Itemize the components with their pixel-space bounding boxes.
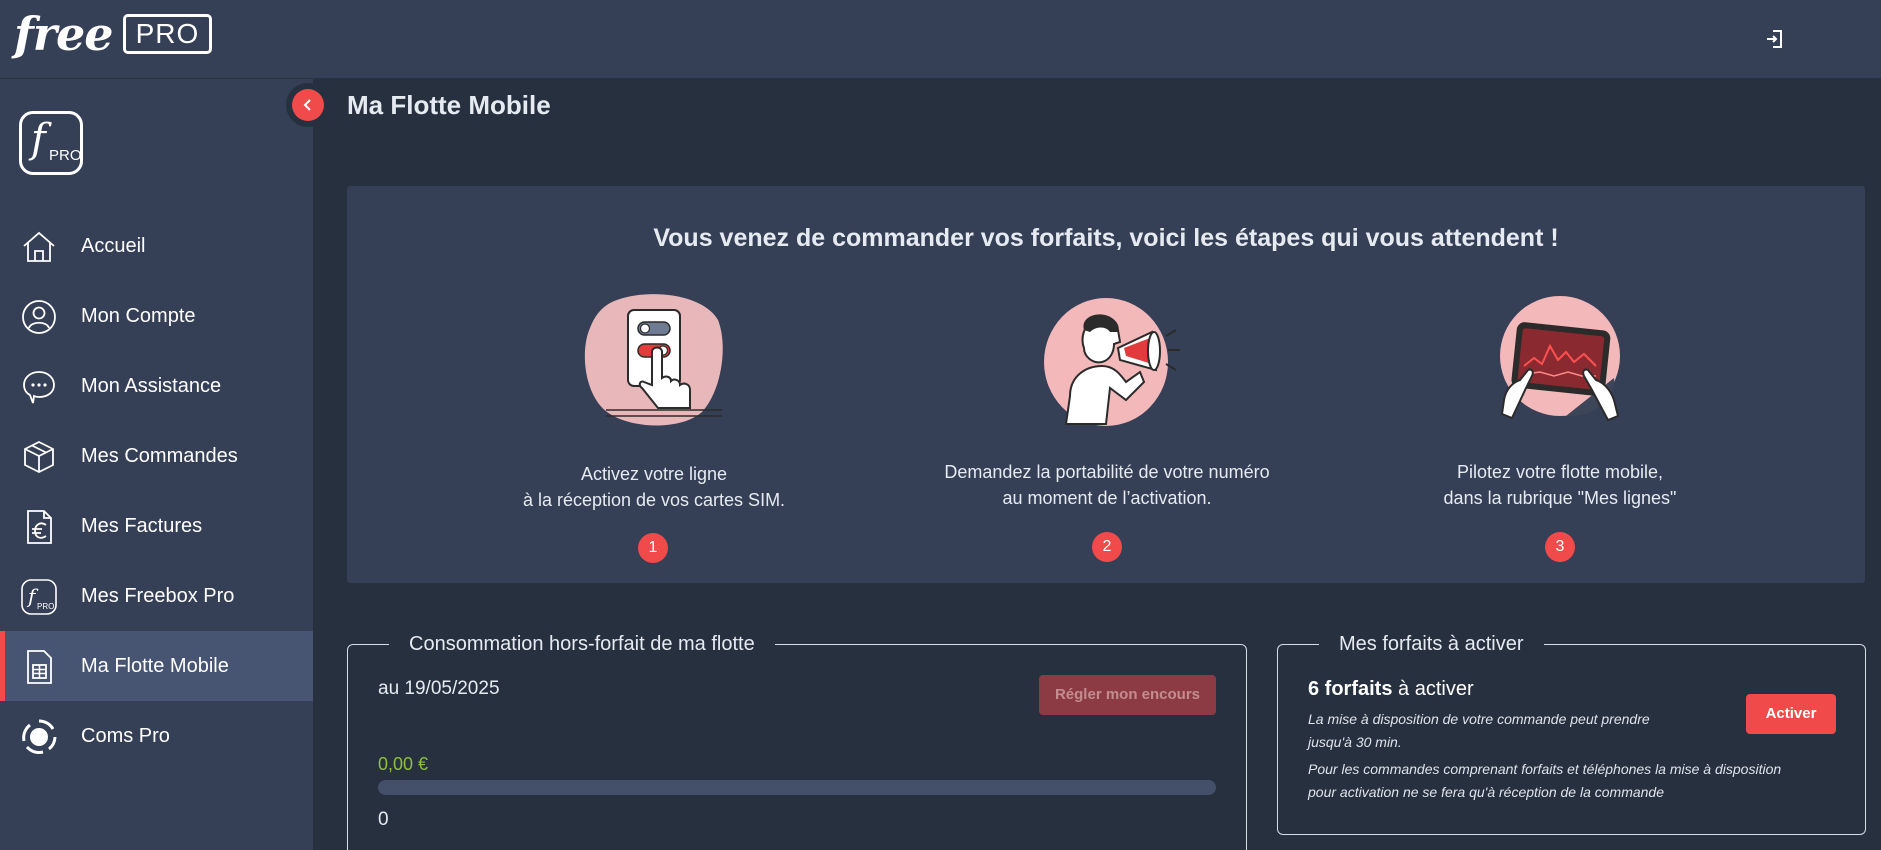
sidebar: f PRO Accueil Mon Compte Mon Assistance …	[0, 79, 313, 850]
brand-logo[interactable]: free PRO	[14, 7, 213, 61]
chevron-left-icon	[303, 99, 311, 111]
conso-card-title: Consommation hors-forfait de ma flotte	[389, 632, 775, 656]
sidebar-item-mes-freebox-pro[interactable]: f PRO Mes Freebox Pro	[0, 561, 313, 631]
brand-badge: PRO	[122, 14, 213, 54]
sidebar-item-mes-commandes[interactable]: Mes Commandes	[0, 421, 313, 491]
freepro-logo[interactable]: f PRO	[19, 111, 83, 175]
sidebar-item-mon-assistance[interactable]: Mon Assistance	[0, 351, 313, 421]
invoice-euro-icon	[27, 510, 52, 544]
sidebar-item-mes-factures[interactable]: Mes Factures	[0, 491, 313, 561]
sidebar-item-mon-compte[interactable]: Mon Compte	[0, 281, 313, 351]
forfaits-card-title: Mes forfaits à activer	[1319, 632, 1544, 656]
sim-card-icon	[27, 650, 52, 684]
steps-title: Vous venez de commander vos forfaits, vo…	[653, 224, 1559, 252]
logo-letter: f	[31, 116, 46, 162]
sidebar-item-label: Mes Factures	[81, 514, 203, 537]
sidebar-item-label: Mon Assistance	[81, 374, 222, 397]
forfaits-card: Mes forfaits à activer 6 forfaits à acti…	[1277, 632, 1866, 835]
svg-text:PRO: PRO	[37, 602, 54, 611]
step-2-text: Demandez la portabilité de votre numéro …	[944, 462, 1270, 508]
logo-badge: PRO	[49, 147, 82, 164]
forfaits-note-1: La mise à disposition de votre commande …	[1308, 711, 1650, 750]
sidebar-collapse-button[interactable]	[286, 83, 330, 127]
step-3-text: Pilotez votre flotte mobile, dans la rub…	[1443, 462, 1677, 508]
sidebar-item-label: Mes Freebox Pro	[81, 584, 235, 607]
sidebar-item-accueil[interactable]: Accueil	[0, 211, 313, 281]
sidebar-item-label: Ma Flotte Mobile	[81, 654, 229, 677]
user-icon	[22, 300, 56, 334]
conso-progress-bar	[378, 780, 1216, 795]
top-bar: free PRO	[0, 0, 1881, 79]
home-icon	[23, 231, 55, 262]
pay-balance-button[interactable]: Régler mon encours	[1039, 675, 1216, 715]
conso-amount: 0,00 €	[378, 754, 429, 774]
forfaits-note-2: Pour les commandes comprenant forfaits e…	[1308, 761, 1782, 800]
conso-min-label: 0	[378, 809, 389, 830]
sidebar-item-label: Accueil	[81, 234, 146, 257]
freebox-pro-icon: f PRO	[21, 579, 57, 615]
activate-button[interactable]: Activer	[1746, 694, 1836, 734]
sidebar-item-label: Mon Compte	[81, 304, 196, 327]
sidebar-item-label: Mes Commandes	[81, 444, 238, 467]
logout-icon[interactable]	[1764, 28, 1786, 50]
tablet-dashboard-illustration	[1500, 296, 1620, 422]
sidebar-item-label: Coms Pro	[81, 724, 170, 747]
sidebar-nav: Accueil Mon Compte Mon Assistance Mes Co…	[0, 211, 313, 771]
step-2-badge: 2	[1092, 532, 1122, 562]
megaphone-illustration	[1044, 298, 1180, 426]
chat-icon	[23, 371, 55, 404]
sidebar-item-ma-flotte-mobile[interactable]: Ma Flotte Mobile	[0, 631, 313, 701]
brand-name: free	[14, 7, 114, 61]
page-title: Ma Flotte Mobile	[347, 90, 551, 120]
coms-pro-icon	[22, 719, 57, 754]
step-3-badge: 3	[1545, 532, 1575, 562]
toggle-switch-illustration	[584, 294, 723, 426]
conso-date: au 19/05/2025	[378, 678, 500, 699]
box-icon	[24, 440, 54, 474]
step-1-text: Activez votre ligne à la réception de vo…	[522, 464, 786, 510]
sidebar-item-coms-pro[interactable]: Coms Pro	[0, 701, 313, 771]
forfaits-count: 6 forfaits à activer	[1308, 678, 1474, 700]
conso-card: Consommation hors-forfait de ma flotte a…	[347, 632, 1247, 850]
step-1-badge: 1	[638, 533, 668, 563]
